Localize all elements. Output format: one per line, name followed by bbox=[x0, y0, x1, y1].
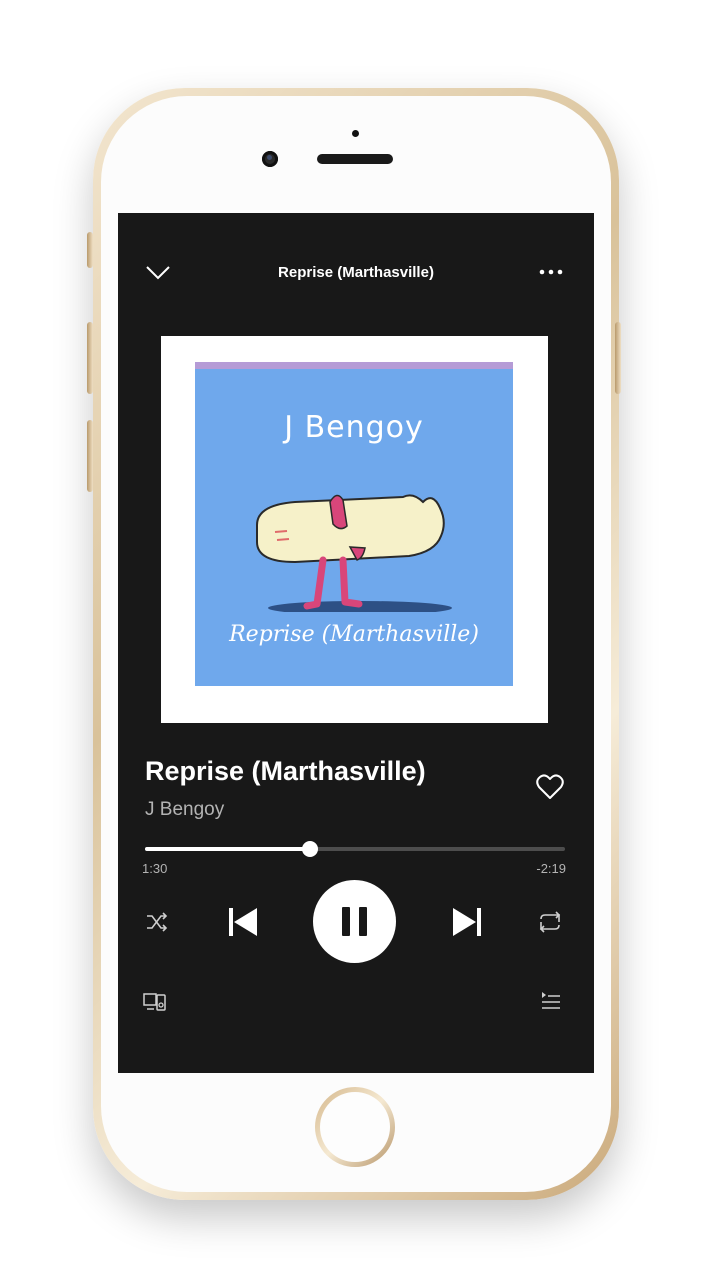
volume-up-button bbox=[87, 322, 93, 394]
shuffle-icon[interactable] bbox=[145, 911, 169, 933]
header-title: Reprise (Marthasville) bbox=[278, 264, 434, 281]
progress-fill bbox=[145, 847, 311, 851]
more-icon[interactable] bbox=[538, 266, 564, 278]
track-artist[interactable]: J Bengoy bbox=[145, 799, 224, 821]
proximity-sensor bbox=[352, 130, 359, 137]
front-camera bbox=[262, 151, 278, 167]
heart-icon[interactable] bbox=[536, 774, 564, 800]
pause-icon-bar bbox=[359, 907, 367, 936]
cover-artist-text: J Bengoy bbox=[284, 410, 424, 445]
home-button[interactable] bbox=[315, 1087, 395, 1167]
remaining-time: -2:19 bbox=[536, 861, 566, 876]
mute-switch bbox=[87, 232, 93, 268]
previous-icon[interactable] bbox=[228, 907, 258, 937]
album-cover: J Bengoy Reprise (Marthasville) bbox=[195, 362, 513, 686]
elapsed-time: 1:30 bbox=[142, 861, 168, 876]
next-icon[interactable] bbox=[452, 907, 482, 937]
progress-handle[interactable] bbox=[302, 841, 319, 857]
player-screen: Reprise (Marthasville) J Bengoy Reprise … bbox=[118, 213, 594, 1073]
cover-illustration bbox=[256, 494, 452, 612]
queue-icon[interactable] bbox=[541, 991, 561, 1011]
earpiece-speaker bbox=[317, 154, 393, 164]
pause-icon bbox=[342, 907, 350, 936]
volume-down-button bbox=[87, 420, 93, 492]
devices-icon[interactable] bbox=[143, 992, 167, 1012]
album-art: J Bengoy Reprise (Marthasville) bbox=[161, 336, 548, 723]
track-title: Reprise (Marthasville) bbox=[145, 756, 426, 786]
power-button bbox=[615, 322, 621, 394]
cover-title-text: Reprise (Marthasville) bbox=[229, 622, 479, 647]
cover-strip bbox=[195, 362, 513, 369]
progress-bar[interactable] bbox=[145, 841, 565, 857]
pause-button[interactable] bbox=[313, 880, 396, 963]
repeat-icon[interactable] bbox=[537, 911, 563, 933]
